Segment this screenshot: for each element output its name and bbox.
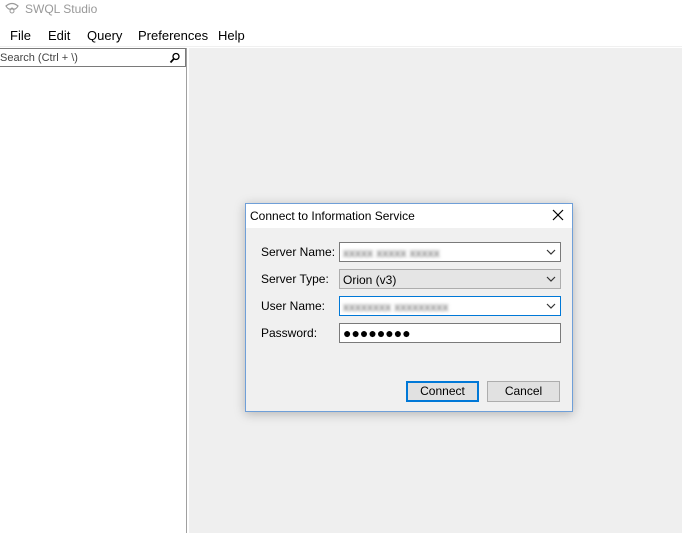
menu-help[interactable]: Help — [218, 27, 245, 44]
server-type-label: Server Type: — [261, 272, 329, 286]
connect-button[interactable]: Connect — [406, 381, 479, 402]
password-label: Password: — [261, 326, 318, 340]
title-bar: SWQL Studio — [0, 0, 682, 22]
window-title: SWQL Studio — [25, 2, 98, 16]
menu-query[interactable]: Query — [87, 27, 122, 44]
connect-dialog: Connect to Information Service Server Na… — [245, 203, 573, 412]
search-icon[interactable] — [169, 52, 181, 64]
chevron-down-icon[interactable] — [546, 248, 556, 256]
app-logo-icon — [5, 2, 19, 14]
chevron-down-icon[interactable] — [546, 275, 556, 283]
server-type-value: Orion (v3) — [343, 273, 397, 287]
user-name-combobox[interactable]: xxxxxxxx xxxxxxxxx — [339, 296, 561, 316]
object-explorer-panel — [0, 48, 187, 533]
dialog-title: Connect to Information Service — [250, 209, 415, 223]
cancel-button[interactable]: Cancel — [487, 381, 560, 402]
user-name-label: User Name: — [261, 299, 326, 313]
close-icon[interactable] — [550, 207, 566, 223]
dialog-title-bar: Connect to Information Service — [246, 204, 572, 228]
server-name-value: xxxxx xxxxx xxxxx — [343, 246, 440, 260]
password-field[interactable]: ●●●●●●●● — [339, 323, 561, 343]
server-type-dropdown[interactable]: Orion (v3) — [339, 269, 561, 289]
search-input[interactable] — [0, 49, 160, 66]
password-value: ●●●●●●●● — [343, 325, 411, 341]
user-name-value: xxxxxxxx xxxxxxxxx — [343, 300, 449, 314]
server-name-combobox[interactable]: xxxxx xxxxx xxxxx — [339, 242, 561, 262]
search-box — [0, 48, 186, 67]
chevron-down-icon[interactable] — [546, 302, 556, 310]
menu-edit[interactable]: Edit — [48, 27, 70, 44]
server-name-label: Server Name: — [261, 245, 336, 259]
menu-preferences[interactable]: Preferences — [138, 27, 208, 44]
menu-file[interactable]: File — [10, 27, 31, 44]
menu-bar: File Edit Query Preferences Help — [0, 24, 682, 47]
swql-studio-window: SWQL Studio File Edit Query Preferences … — [0, 0, 682, 533]
